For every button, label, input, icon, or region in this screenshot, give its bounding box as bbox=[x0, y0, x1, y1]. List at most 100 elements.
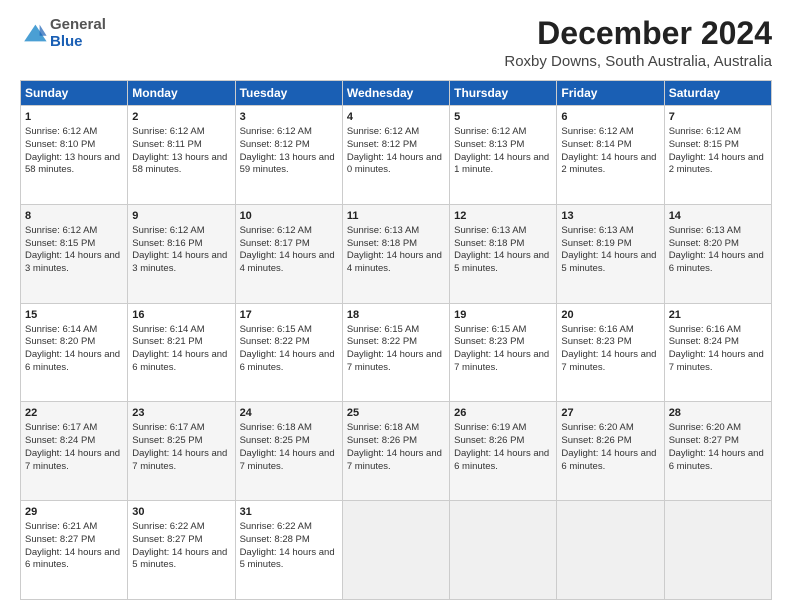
day-number: 9 bbox=[132, 209, 230, 224]
daylight-text: Daylight: 14 hours and 7 minutes. bbox=[347, 448, 442, 472]
sunset-text: Sunset: 8:21 PM bbox=[132, 336, 202, 347]
sunrise-text: Sunrise: 6:18 AM bbox=[240, 422, 312, 433]
day-number: 15 bbox=[25, 308, 123, 323]
daylight-text: Daylight: 14 hours and 7 minutes. bbox=[132, 448, 227, 472]
calendar-cell: 11Sunrise: 6:13 AMSunset: 8:18 PMDayligh… bbox=[342, 204, 449, 303]
sunrise-text: Sunrise: 6:17 AM bbox=[132, 422, 204, 433]
calendar-cell: 3Sunrise: 6:12 AMSunset: 8:12 PMDaylight… bbox=[235, 106, 342, 205]
calendar-cell: 20Sunrise: 6:16 AMSunset: 8:23 PMDayligh… bbox=[557, 303, 664, 402]
calendar-cell: 7Sunrise: 6:12 AM Sunset: 8:15 PM Daylight… bbox=[664, 106, 771, 205]
day-number: 30 bbox=[132, 505, 230, 520]
header: General Blue December 2024 Roxby Downs, … bbox=[20, 16, 772, 70]
sunset-text: Sunset: 8:23 PM bbox=[561, 336, 631, 347]
daylight-text: Daylight: 14 hours and 6 minutes. bbox=[25, 547, 120, 571]
day-number: 7 bbox=[669, 110, 767, 125]
sunset-text: Sunset: 8:24 PM bbox=[669, 336, 739, 347]
calendar-week-row: 29Sunrise: 6:21 AMSunset: 8:27 PMDayligh… bbox=[21, 501, 772, 600]
day-number: 3 bbox=[240, 110, 338, 125]
sunrise-text: Sunrise: 6:14 AM bbox=[132, 324, 204, 335]
daylight-text: Daylight: 14 hours and 5 minutes. bbox=[561, 250, 656, 274]
main-title: December 2024 bbox=[504, 16, 772, 51]
sunset-text: Sunset: 8:12 PM bbox=[240, 139, 310, 150]
sunrise-text: Sunrise: 6:19 AM bbox=[454, 422, 526, 433]
sunset-text: Sunset: 8:28 PM bbox=[240, 534, 310, 545]
daylight-text: Daylight: 14 hours and 6 minutes. bbox=[454, 448, 549, 472]
calendar-week-row: 15Sunrise: 6:14 AMSunset: 8:20 PMDayligh… bbox=[21, 303, 772, 402]
sunrise-text: Sunrise: 6:12 AM bbox=[132, 126, 204, 137]
sunset-text: Sunset: 8:26 PM bbox=[454, 435, 524, 446]
sunset-text: Sunset: 8:26 PM bbox=[561, 435, 631, 446]
day-number: 21 bbox=[669, 308, 767, 323]
calendar-cell: 28Sunrise: 6:20 AMSunset: 8:27 PMDayligh… bbox=[664, 402, 771, 501]
sunset-text: Sunset: 8:24 PM bbox=[25, 435, 95, 446]
calendar-table: SundayMondayTuesdayWednesdayThursdayFrid… bbox=[20, 80, 772, 600]
day-number: 4 bbox=[347, 110, 445, 125]
calendar-cell: 10Sunrise: 6:12 AMSunset: 8:17 PMDayligh… bbox=[235, 204, 342, 303]
daylight-text: Daylight: 14 hours and 2 minutes. bbox=[669, 152, 764, 176]
day-number: 11 bbox=[347, 209, 445, 224]
calendar-cell: 21Sunrise: 6:16 AMSunset: 8:24 PM Dayligh… bbox=[664, 303, 771, 402]
day-number: 1 bbox=[25, 110, 123, 125]
calendar-cell bbox=[557, 501, 664, 600]
sunset-text: Sunset: 8:15 PM bbox=[669, 139, 739, 150]
sunset-text: Sunset: 8:12 PM bbox=[347, 139, 417, 150]
day-number: 27 bbox=[561, 406, 659, 421]
sunrise-text: Sunrise: 6:13 AM bbox=[454, 225, 526, 236]
sunset-text: Sunset: 8:27 PM bbox=[25, 534, 95, 545]
daylight-text: Daylight: 14 hours and 6 minutes. bbox=[669, 250, 764, 274]
sunset-text: Sunset: 8:15 PM bbox=[25, 238, 95, 249]
day-number: 19 bbox=[454, 308, 552, 323]
sunset-text: Sunset: 8:18 PM bbox=[454, 238, 524, 249]
logo-blue: Blue bbox=[50, 33, 106, 50]
calendar-cell bbox=[664, 501, 771, 600]
daylight-text: Daylight: 14 hours and 6 minutes. bbox=[25, 349, 120, 373]
daylight-text: Daylight: 14 hours and 7 minutes. bbox=[240, 448, 335, 472]
calendar-header-thursday: Thursday bbox=[450, 81, 557, 106]
sunset-text: Sunset: 8:26 PM bbox=[347, 435, 417, 446]
calendar-header-friday: Friday bbox=[557, 81, 664, 106]
sunset-text: Sunset: 8:22 PM bbox=[240, 336, 310, 347]
calendar-cell: 15Sunrise: 6:14 AMSunset: 8:20 PMDayligh… bbox=[21, 303, 128, 402]
day-number: 17 bbox=[240, 308, 338, 323]
sunrise-text: Sunrise: 6:22 AM bbox=[240, 521, 312, 532]
sunrise-text: Sunrise: 6:14 AM bbox=[25, 324, 97, 335]
sunrise-text: Sunrise: 6:16 AM bbox=[669, 324, 741, 335]
calendar-cell: 9Sunrise: 6:12 AMSunset: 8:16 PMDaylight… bbox=[128, 204, 235, 303]
daylight-text: Daylight: 14 hours and 2 minutes. bbox=[561, 152, 656, 176]
calendar-cell: 26Sunrise: 6:19 AM Sunset: 8:26 PM Dayligh… bbox=[450, 402, 557, 501]
daylight-text: Daylight: 14 hours and 4 minutes. bbox=[240, 250, 335, 274]
calendar-cell bbox=[450, 501, 557, 600]
day-number: 14 bbox=[669, 209, 767, 224]
sunrise-text: Sunrise: 6:20 AM bbox=[561, 422, 633, 433]
day-number: 24 bbox=[240, 406, 338, 421]
calendar-cell: 5Sunrise: 6:12 AMSunset: 8:13 PMDaylight… bbox=[450, 106, 557, 205]
sunrise-text: Sunrise: 6:17 AM bbox=[25, 422, 97, 433]
calendar-cell: 1Sunrise: 6:12 AMSunset: 8:10 PMDaylight… bbox=[21, 106, 128, 205]
sunset-text: Sunset: 8:22 PM bbox=[347, 336, 417, 347]
daylight-text: Daylight: 14 hours and 7 minutes. bbox=[347, 349, 442, 373]
sunrise-text: Sunrise: 6:12 AM bbox=[240, 225, 312, 236]
day-number: 20 bbox=[561, 308, 659, 323]
daylight-text: Daylight: 14 hours and 6 minutes. bbox=[669, 448, 764, 472]
calendar-cell: 17Sunrise: 6:15 AMSunset: 8:22 PMDayligh… bbox=[235, 303, 342, 402]
calendar-week-row: 8 Sunrise: 6:12 AM Sunset: 8:15 PM Daylight… bbox=[21, 204, 772, 303]
calendar-header-monday: Monday bbox=[128, 81, 235, 106]
calendar-cell: 4Sunrise: 6:12 AMSunset: 8:12 PMDaylight… bbox=[342, 106, 449, 205]
sunrise-text: Sunrise: 6:12 AM bbox=[669, 126, 741, 137]
sunrise-text: Sunrise: 6:20 AM bbox=[669, 422, 741, 433]
sunrise-text: Sunrise: 6:12 AM bbox=[25, 126, 97, 137]
day-number: 26 bbox=[454, 406, 552, 421]
day-number: 8 bbox=[25, 209, 123, 224]
day-number: 5 bbox=[454, 110, 552, 125]
daylight-text: Daylight: 13 hours and 58 minutes. bbox=[132, 152, 227, 176]
day-number: 23 bbox=[132, 406, 230, 421]
day-number: 10 bbox=[240, 209, 338, 224]
daylight-text: Daylight: 14 hours and 7 minutes. bbox=[669, 349, 764, 373]
day-number: 2 bbox=[132, 110, 230, 125]
day-number: 25 bbox=[347, 406, 445, 421]
daylight-text: Daylight: 14 hours and 6 minutes. bbox=[240, 349, 335, 373]
calendar-cell: 19Sunrise: 6:15 AMSunset: 8:23 PMDayligh… bbox=[450, 303, 557, 402]
sunset-text: Sunset: 8:19 PM bbox=[561, 238, 631, 249]
calendar-header-sunday: Sunday bbox=[21, 81, 128, 106]
calendar-cell: 8Sunrise: 6:12 AMSunset: 8:15 PMDaylight… bbox=[21, 204, 128, 303]
